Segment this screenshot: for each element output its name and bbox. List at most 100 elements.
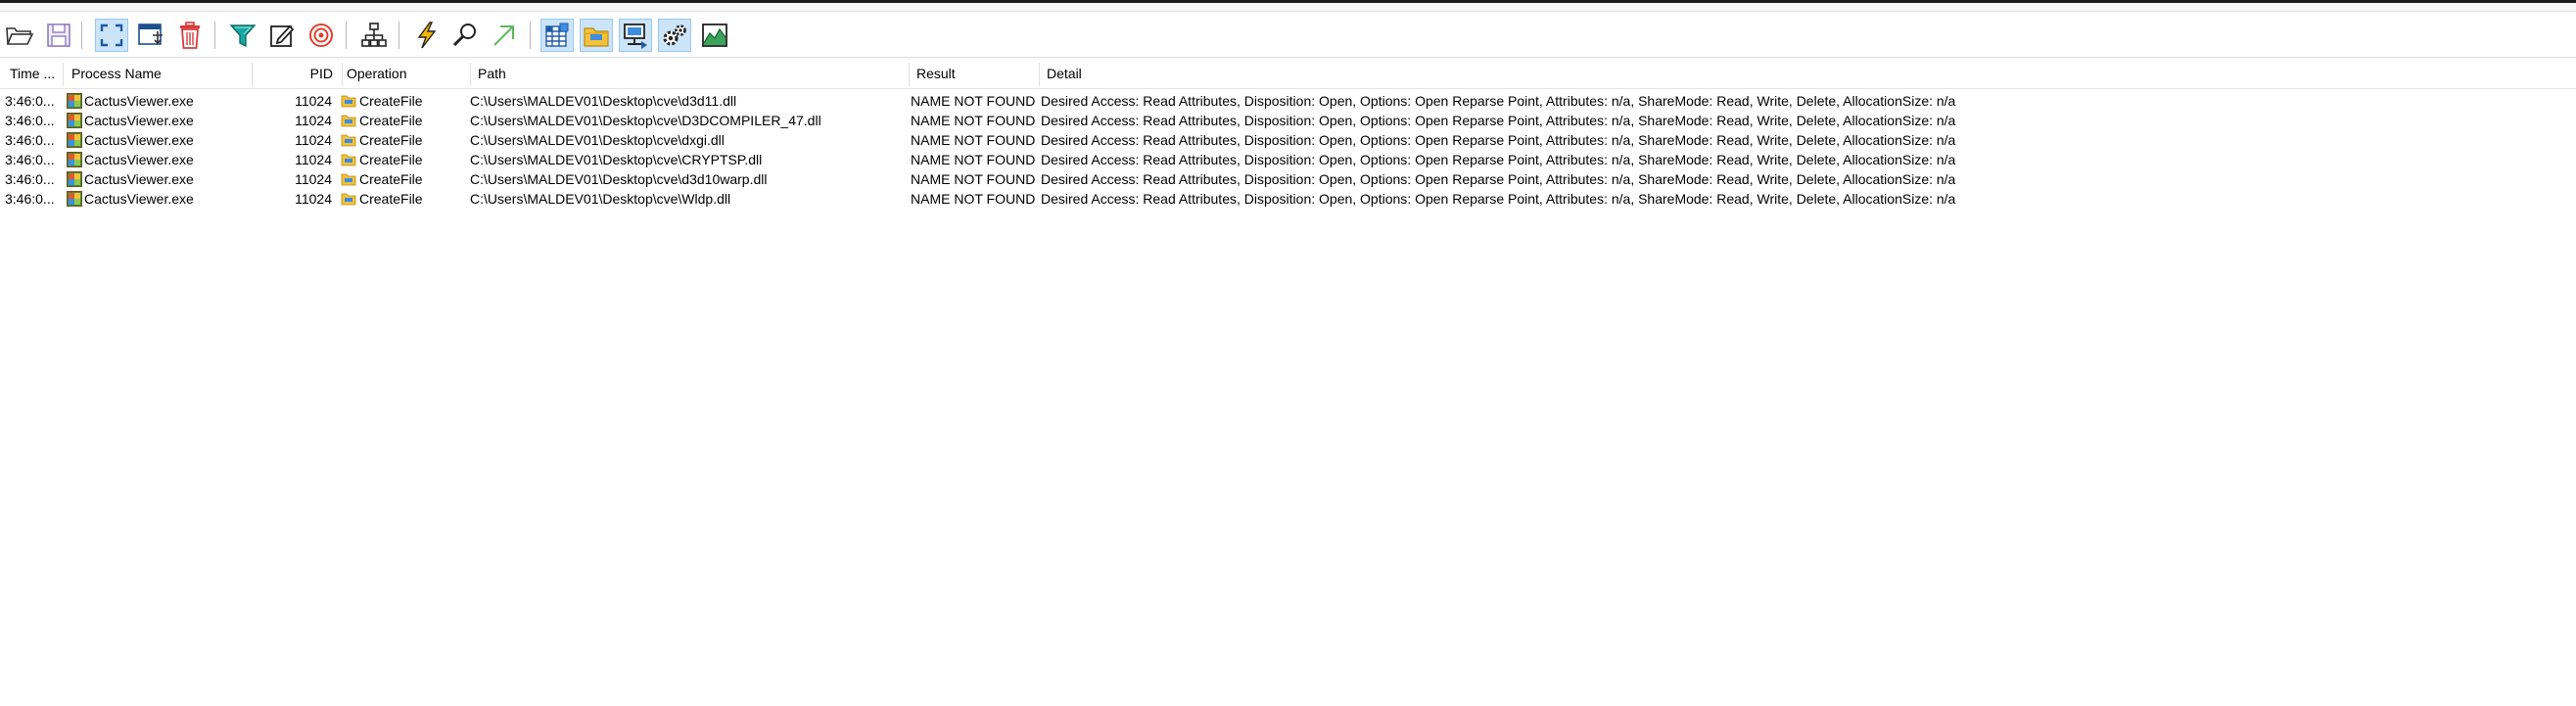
pid-cell: 11024 bbox=[295, 113, 332, 128]
path-cell: C:\Users\MALDEV01\Desktop\cve\D3DCOMPILE… bbox=[470, 113, 821, 128]
pid-cell: 11024 bbox=[295, 191, 332, 207]
process-app-icon bbox=[67, 191, 82, 207]
result-cell: NAME NOT FOUND bbox=[911, 113, 1036, 128]
event-properties-button[interactable] bbox=[410, 19, 444, 52]
operation-name: CreateFile bbox=[359, 171, 423, 187]
detail-cell: Desired Access: Read Attributes, Disposi… bbox=[1041, 171, 1956, 187]
autoscroll-icon bbox=[138, 24, 163, 45]
toolbar-separator bbox=[530, 22, 531, 49]
detail-cell: Desired Access: Read Attributes, Disposi… bbox=[1041, 113, 1956, 128]
process-tree-icon bbox=[361, 23, 387, 47]
time-cell: 3:46:0... bbox=[5, 132, 55, 148]
find-button[interactable] bbox=[448, 19, 482, 52]
process-name: CactusViewer.exe bbox=[84, 191, 194, 207]
column-divider[interactable] bbox=[1039, 63, 1040, 86]
highlight-icon bbox=[270, 24, 295, 47]
process-name: CactusViewer.exe bbox=[84, 113, 194, 128]
table-row[interactable]: 3:46:0... CactusViewer.exe 11024 CreateF… bbox=[0, 189, 2576, 209]
menu-bar-strip bbox=[0, 3, 2576, 12]
filter-button[interactable] bbox=[226, 19, 259, 52]
column-header-process-name[interactable]: Process Name bbox=[66, 59, 252, 88]
process-app-icon bbox=[67, 93, 82, 109]
operation-name: CreateFile bbox=[359, 93, 423, 109]
table-row[interactable]: 3:46:0... CactusViewer.exe 11024 CreateF… bbox=[0, 150, 2576, 169]
file-operation-icon bbox=[341, 113, 356, 128]
show-registry-activity-button[interactable] bbox=[540, 19, 574, 52]
column-header-row: Time ... Process Name PID Operation Path… bbox=[0, 59, 2576, 89]
time-cell: 3:46:0... bbox=[5, 152, 55, 167]
process-name: CactusViewer.exe bbox=[84, 152, 194, 167]
table-row[interactable]: 3:46:0... CactusViewer.exe 11024 CreateF… bbox=[0, 111, 2576, 130]
path-cell: C:\Users\MALDEV01\Desktop\cve\Wldp.dll bbox=[470, 191, 731, 207]
jump-to-icon bbox=[493, 25, 514, 46]
detail-cell: Desired Access: Read Attributes, Disposi… bbox=[1041, 191, 1956, 207]
time-cell: 3:46:0... bbox=[5, 191, 55, 207]
result-cell: NAME NOT FOUND bbox=[911, 93, 1036, 109]
path-cell: C:\Users\MALDEV01\Desktop\cve\d3d11.dll bbox=[470, 93, 737, 109]
filter-icon bbox=[229, 24, 257, 48]
process-name: CactusViewer.exe bbox=[84, 132, 194, 148]
operation-cell: CreateFile bbox=[341, 130, 470, 150]
column-header-pid[interactable]: PID bbox=[253, 59, 341, 88]
process-app-icon bbox=[67, 171, 82, 187]
capture-icon bbox=[100, 24, 123, 47]
result-cell: NAME NOT FOUND bbox=[911, 132, 1036, 148]
toolbar-separator bbox=[214, 22, 215, 49]
result-cell: NAME NOT FOUND bbox=[911, 152, 1036, 167]
file-operation-icon bbox=[341, 152, 356, 167]
table-row[interactable]: 3:46:0... CactusViewer.exe 11024 CreateF… bbox=[0, 169, 2576, 189]
clear-icon bbox=[180, 22, 200, 49]
event-properties-icon bbox=[417, 22, 437, 49]
show-network-activity-button[interactable] bbox=[619, 19, 652, 52]
operation-cell: CreateFile bbox=[341, 150, 470, 169]
event-list: 3:46:0... CactusViewer.exe 11024 CreateF… bbox=[0, 91, 2576, 209]
path-cell: C:\Users\MALDEV01\Desktop\cve\d3d10warp.… bbox=[470, 171, 768, 187]
path-cell: C:\Users\MALDEV01\Desktop\cve\CRYPTSP.dl… bbox=[470, 152, 763, 167]
column-header-detail[interactable]: Detail bbox=[1041, 59, 1628, 88]
table-row[interactable]: 3:46:0... CactusViewer.exe 11024 CreateF… bbox=[0, 91, 2576, 111]
column-header-operation[interactable]: Operation bbox=[341, 59, 468, 88]
path-cell: C:\Users\MALDEV01\Desktop\cve\dxgi.dll bbox=[470, 132, 725, 148]
pid-cell: 11024 bbox=[295, 132, 332, 148]
toolbar-separator bbox=[346, 22, 347, 49]
jump-to-button[interactable] bbox=[488, 19, 521, 52]
column-divider[interactable] bbox=[470, 63, 471, 86]
pid-cell: 11024 bbox=[295, 152, 332, 167]
process-cell: CactusViewer.exe bbox=[67, 130, 253, 150]
detail-cell: Desired Access: Read Attributes, Disposi… bbox=[1041, 132, 1956, 148]
operation-cell: CreateFile bbox=[341, 189, 470, 209]
time-cell: 3:46:0... bbox=[5, 171, 55, 187]
column-divider[interactable] bbox=[63, 63, 64, 86]
show-profiling-events-button[interactable] bbox=[698, 19, 731, 52]
file-activity-icon bbox=[584, 27, 609, 47]
detail-cell: Desired Access: Read Attributes, Disposi… bbox=[1041, 93, 1956, 109]
capture-button[interactable] bbox=[95, 19, 128, 52]
column-header-path[interactable]: Path bbox=[472, 59, 909, 88]
operation-cell: CreateFile bbox=[341, 169, 470, 189]
time-cell: 3:46:0... bbox=[5, 93, 55, 109]
clear-button[interactable] bbox=[173, 19, 207, 52]
process-app-icon bbox=[67, 152, 82, 167]
column-header-result[interactable]: Result bbox=[911, 59, 1038, 88]
save-button[interactable] bbox=[42, 19, 75, 52]
process-name: CactusViewer.exe bbox=[84, 93, 194, 109]
column-divider[interactable] bbox=[909, 63, 910, 86]
process-tree-button[interactable] bbox=[357, 19, 391, 52]
target-icon bbox=[309, 24, 333, 47]
process-name: CactusViewer.exe bbox=[84, 171, 194, 187]
table-row[interactable]: 3:46:0... CactusViewer.exe 11024 CreateF… bbox=[0, 130, 2576, 150]
target-button[interactable] bbox=[304, 19, 338, 52]
process-app-icon bbox=[67, 132, 82, 148]
operation-cell: CreateFile bbox=[341, 111, 470, 130]
process-cell: CactusViewer.exe bbox=[67, 91, 253, 111]
show-file-activity-button[interactable] bbox=[580, 19, 613, 52]
column-header-time[interactable]: Time ... bbox=[4, 59, 63, 88]
toolbar-separator bbox=[398, 22, 399, 49]
open-button[interactable] bbox=[3, 19, 36, 52]
result-cell: NAME NOT FOUND bbox=[911, 191, 1036, 207]
show-process-activity-button[interactable] bbox=[658, 19, 691, 52]
file-operation-icon bbox=[341, 132, 356, 148]
highlight-button[interactable] bbox=[265, 19, 299, 52]
autoscroll-button[interactable] bbox=[134, 19, 167, 52]
profiling-icon bbox=[702, 24, 727, 47]
